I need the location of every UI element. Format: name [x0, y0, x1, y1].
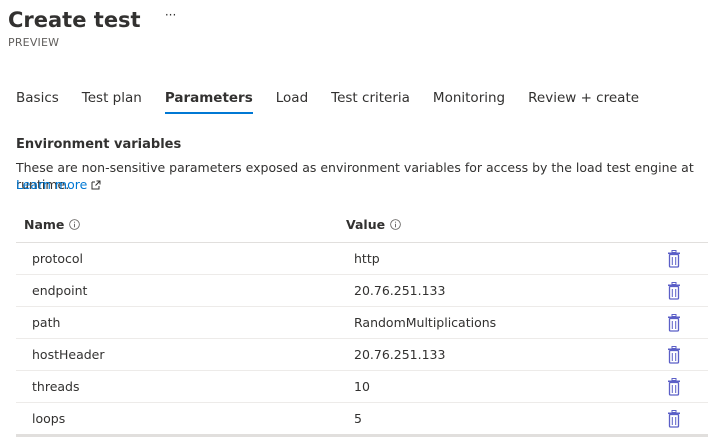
tab-load[interactable]: Load [276, 88, 308, 114]
variable-value[interactable]: 10 [354, 379, 370, 394]
learn-more-link[interactable]: Learn more [16, 176, 101, 193]
trash-icon[interactable] [666, 250, 682, 268]
tab-basics[interactable]: Basics [16, 88, 59, 114]
column-header-name: Name [24, 217, 81, 232]
variable-name[interactable]: loops [32, 411, 65, 426]
variable-value[interactable]: RandomMultiplications [354, 315, 496, 330]
create-test-page: Create test ··· PREVIEW Basics Test plan… [0, 0, 726, 439]
page-title: Create test [8, 8, 141, 32]
table-header: Name Value [16, 210, 708, 243]
tab-bar: Basics Test plan Parameters Load Test cr… [16, 88, 662, 116]
tab-monitoring[interactable]: Monitoring [433, 88, 505, 114]
variable-name[interactable]: protocol [32, 251, 83, 266]
table-row: hostHeader 20.76.251.133 [16, 339, 708, 371]
trash-icon[interactable] [666, 282, 682, 300]
column-header-name-label: Name [24, 217, 65, 232]
table-row: protocol http [16, 243, 708, 275]
variable-value[interactable]: http [354, 251, 380, 266]
variable-name[interactable]: threads [32, 379, 80, 394]
external-link-icon [91, 180, 101, 189]
variable-name[interactable]: hostHeader [32, 347, 105, 362]
section-title: Environment variables [16, 137, 182, 152]
tab-test-plan[interactable]: Test plan [82, 88, 142, 114]
learn-more-label: Learn more [16, 177, 88, 192]
more-options-button[interactable]: ··· [163, 7, 179, 23]
table-row: endpoint 20.76.251.133 [16, 275, 708, 307]
table-row: threads 10 [16, 371, 708, 403]
tab-test-criteria[interactable]: Test criteria [331, 88, 410, 114]
variable-value[interactable]: 5 [354, 411, 362, 426]
table-row: loops 5 [16, 403, 708, 437]
section-description: These are non-sensitive parameters expos… [16, 160, 694, 192]
page-subtitle: PREVIEW [8, 36, 60, 49]
trash-icon[interactable] [666, 410, 682, 428]
trash-icon[interactable] [666, 378, 682, 396]
trash-icon[interactable] [666, 314, 682, 332]
column-header-value: Value [346, 217, 401, 232]
environment-variables-table: Name Value protocol http endpoint 20.76.… [16, 210, 708, 437]
variable-value[interactable]: 20.76.251.133 [354, 347, 445, 362]
variable-name[interactable]: endpoint [32, 283, 87, 298]
info-icon[interactable] [390, 219, 401, 230]
variable-name[interactable]: path [32, 315, 60, 330]
variable-value[interactable]: 20.76.251.133 [354, 283, 445, 298]
column-header-value-label: Value [346, 217, 386, 232]
info-icon[interactable] [69, 219, 81, 230]
trash-icon[interactable] [666, 346, 682, 364]
title-row: Create test ··· [8, 5, 179, 35]
table-row: path RandomMultiplications [16, 307, 708, 339]
tab-review-create[interactable]: Review + create [528, 88, 639, 114]
tab-parameters[interactable]: Parameters [164, 88, 253, 114]
